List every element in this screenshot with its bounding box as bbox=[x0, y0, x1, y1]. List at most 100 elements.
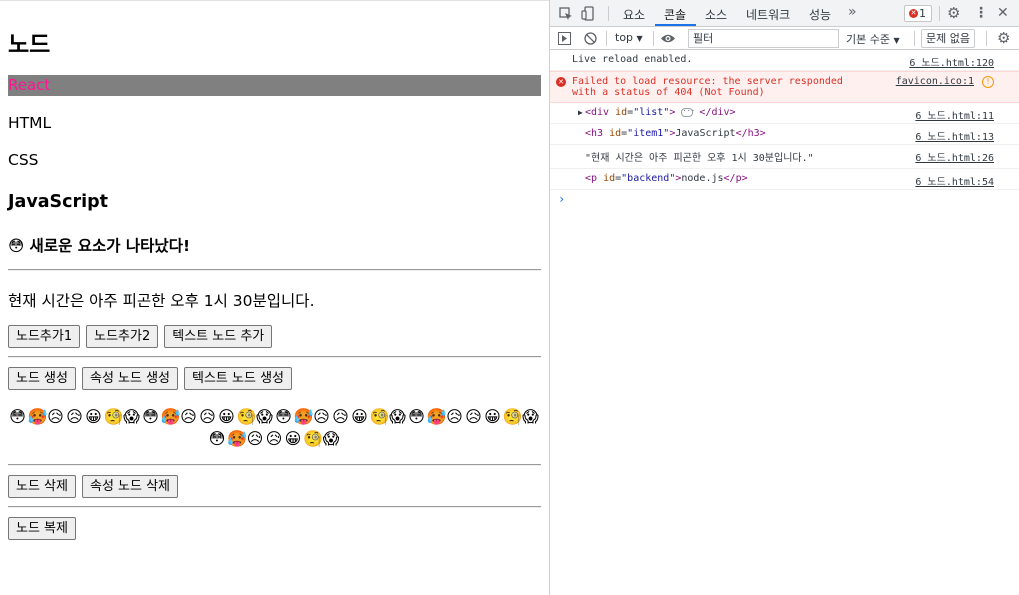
error-count-badge[interactable]: ✕ 1 bbox=[904, 5, 932, 22]
emoji: 🥵 bbox=[160, 407, 182, 426]
emoji-list: 😳🥵😥😥😀🧐😱😳🥵😥😥😀🧐😱😳🥵😥😥😀🧐😱😳🥵😥😥😀🧐😱😳🥵😥😥😀🧐😱 bbox=[8, 406, 541, 450]
emoji: 🧐 bbox=[103, 407, 125, 426]
prompt-chevron-icon: › bbox=[558, 192, 566, 206]
divider bbox=[8, 464, 541, 466]
emoji: 🧐 bbox=[236, 407, 258, 426]
source-link[interactable]: 6 노드.html:26 bbox=[915, 149, 994, 164]
tag-close: </h3> bbox=[735, 128, 766, 139]
divider bbox=[8, 269, 541, 271]
emoji: 😳 bbox=[208, 429, 227, 448]
web-page: 노드 React HTML CSS JavaScript 😳 새로운 요소가 나… bbox=[0, 0, 549, 595]
expand-triangle-icon[interactable]: ▶ bbox=[578, 108, 583, 117]
tag-close: </p> bbox=[723, 173, 748, 184]
attr-name: id bbox=[609, 128, 622, 139]
emoji: 😥 bbox=[465, 407, 483, 426]
dropdown-arrow-icon: ▼ bbox=[636, 34, 643, 43]
more-tabs-icon[interactable]: » bbox=[848, 4, 857, 20]
emoji: 😀 bbox=[484, 407, 502, 426]
emoji: 😀 bbox=[351, 407, 369, 426]
clear-console-icon[interactable] bbox=[584, 32, 597, 45]
tag-open: <p bbox=[585, 173, 598, 184]
source-link[interactable]: 6 노드.html:54 bbox=[915, 173, 994, 188]
emoji: 😳 bbox=[142, 407, 160, 426]
attr-value: "item1" bbox=[627, 128, 670, 139]
console-settings-gear-icon[interactable]: ⚙ bbox=[997, 31, 1010, 46]
console-output: Live reload enabled. 6 노드.html:120 ✕ Fai… bbox=[550, 50, 1019, 210]
button-row-delete: 노드 삭제 속성 노드 삭제 bbox=[8, 475, 179, 498]
emoji: 😱 bbox=[123, 407, 141, 426]
close-icon[interactable]: ✕ bbox=[997, 6, 1009, 20]
console-toolbar: top ▼ 기본 수준 ▼ 문제 없음 ⚙ bbox=[550, 27, 1019, 50]
error-icon: ✕ bbox=[909, 9, 918, 18]
button-row-add: 노드추가1 노드추가2 텍스트 노드 추가 bbox=[8, 325, 273, 348]
emoji: 😱 bbox=[522, 407, 540, 426]
list-item-css: CSS bbox=[8, 151, 39, 169]
issues-button[interactable]: 문제 없음 bbox=[921, 29, 975, 48]
device-toolbar-icon[interactable] bbox=[581, 6, 596, 21]
create-attribute-node-button[interactable]: 속성 노드 생성 bbox=[81, 367, 179, 390]
delete-node-button[interactable]: 노드 삭제 bbox=[8, 475, 76, 498]
console-error-message: ✕ Failed to load resource: the server re… bbox=[550, 71, 1019, 103]
attr-value: "backend" bbox=[621, 173, 676, 184]
error-icon: ✕ bbox=[556, 77, 566, 87]
create-node-button[interactable]: 노드 생성 bbox=[8, 367, 76, 390]
console-message-text: Live reload enabled. bbox=[572, 54, 693, 65]
emoji: 🧐 bbox=[502, 407, 524, 426]
issue-warning-icon[interactable]: ! bbox=[982, 76, 994, 88]
eye-icon[interactable] bbox=[660, 33, 676, 44]
separator bbox=[986, 31, 987, 46]
context-selector[interactable]: top ▼ bbox=[615, 31, 643, 44]
emoji: 😥 bbox=[199, 407, 217, 426]
emoji-text: 😳🥵😥😥😀🧐😱😳🥵😥😥😀🧐😱😳🥵😥😥😀🧐😱😳🥵😥😥😀🧐😱😳🥵😥😥😀🧐😱 bbox=[8, 406, 541, 450]
add-node-2-button[interactable]: 노드추가2 bbox=[86, 325, 159, 348]
clone-node-button[interactable]: 노드 복제 bbox=[8, 517, 76, 540]
emoji: 😳 bbox=[408, 407, 426, 426]
sidebar-toggle-icon[interactable] bbox=[558, 32, 571, 45]
divider bbox=[8, 506, 541, 508]
tab-elements[interactable]: 요소 bbox=[623, 6, 645, 23]
source-link[interactable]: 6 노드.html:11 bbox=[915, 107, 994, 122]
tag-open: <div bbox=[585, 107, 610, 118]
tab-sources[interactable]: 소스 bbox=[705, 6, 727, 23]
time-text: 현재 시간은 아주 피곤한 오후 1시 30분입니다. bbox=[8, 292, 315, 310]
button-row-create: 노드 생성 속성 노드 생성 텍스트 노드 생성 bbox=[8, 367, 293, 390]
add-node-1-button[interactable]: 노드추가1 bbox=[8, 325, 81, 348]
emoji: 😥 bbox=[446, 407, 464, 426]
source-link[interactable]: 6 노드.html:13 bbox=[915, 128, 994, 143]
ellipsis-icon[interactable]: ··· bbox=[681, 107, 695, 117]
active-tab-indicator bbox=[655, 24, 696, 26]
console-filter-input[interactable] bbox=[688, 29, 839, 48]
error-count: 1 bbox=[919, 7, 926, 20]
tag-open: <h3 bbox=[585, 128, 604, 139]
settings-gear-icon[interactable]: ⚙ bbox=[947, 6, 960, 21]
more-options-icon[interactable]: ⋮ bbox=[974, 6, 988, 20]
add-text-node-button[interactable]: 텍스트 노드 추가 bbox=[164, 325, 273, 348]
tab-console[interactable]: 콘솔 bbox=[664, 6, 686, 23]
emoji: 🥵 bbox=[426, 407, 448, 426]
list-item-html: HTML bbox=[8, 114, 52, 132]
attr-name: id bbox=[603, 173, 616, 184]
inspect-element-icon[interactable] bbox=[559, 7, 573, 21]
console-error-text: Failed to load resource: the server resp… bbox=[572, 76, 843, 98]
source-link[interactable]: 6 노드.html:120 bbox=[909, 54, 994, 69]
emoji: 😥 bbox=[265, 429, 284, 448]
emoji: 😳 bbox=[9, 407, 27, 426]
console-message: ▶ <div id="list"> ··· </div> 6 노드.html:1… bbox=[550, 103, 1019, 124]
create-text-node-button[interactable]: 텍스트 노드 생성 bbox=[184, 367, 293, 390]
tab-network[interactable]: 네트워크 bbox=[746, 6, 790, 23]
tab-performance[interactable]: 성능 bbox=[809, 6, 831, 23]
source-link[interactable]: favicon.ico:1 bbox=[896, 76, 974, 87]
separator bbox=[606, 31, 607, 46]
emoji: 🧐 bbox=[369, 407, 391, 426]
console-prompt[interactable]: › bbox=[550, 190, 1019, 210]
devtools-main-toolbar: 요소 콘솔 소스 네트워크 성능 » ✕ 1 ⚙ ⋮ ✕ bbox=[550, 0, 1019, 27]
emoji: 😥 bbox=[180, 407, 198, 426]
emoji: 😥 bbox=[313, 407, 331, 426]
attr-name: id bbox=[615, 107, 628, 118]
console-message: Live reload enabled. 6 노드.html:120 bbox=[550, 50, 1019, 71]
context-label: top bbox=[615, 31, 634, 44]
log-level-selector[interactable]: 기본 수준 ▼ bbox=[846, 31, 900, 47]
attr-value: "list" bbox=[633, 107, 670, 118]
delete-attribute-node-button[interactable]: 속성 노드 삭제 bbox=[81, 475, 179, 498]
emoji: 😥 bbox=[332, 407, 350, 426]
